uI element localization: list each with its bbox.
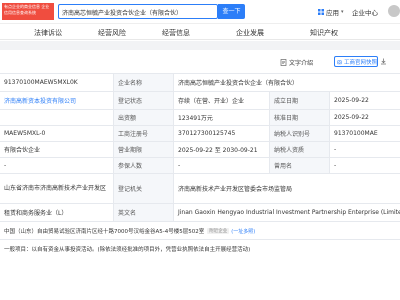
- table-row: MAEW5MXL-0 工商注册号 370127300125745 纳税人识别号 …: [0, 126, 400, 142]
- former-name-value: -: [334, 162, 337, 169]
- business-scope-value: 一般项目：以自有资金从事投资活动。(除依法须经批准的项目外，凭营业执照依法自主开…: [4, 247, 251, 253]
- setup-date-value: 2025-09-22: [334, 97, 369, 104]
- english-name-value: Jinan Gaoxin Hengyao Industrial Investme…: [178, 209, 400, 216]
- document-icon: [280, 59, 287, 66]
- brand-logo[interactable]: 有点企业的商业信息 企业信用信息查询系统: [2, 3, 54, 20]
- empty-cell: [0, 110, 114, 125]
- approve-date-label: 核准日期: [270, 110, 330, 125]
- company-type-value: 有限合伙企业: [0, 142, 114, 157]
- english-name-label: 英文名: [114, 204, 174, 221]
- authority-value: 济南高新技术产业开发区管委会市场监管局: [178, 186, 293, 193]
- section-tabs: 法律诉讼 经营风险 经营信息 企业发展 知识产权: [0, 24, 400, 40]
- search-input-value: 济南高芯恒毓产业投资合伙企业（有限合伙）: [62, 10, 183, 17]
- registration-info-table: 91370100MAEW5MXL0K 企业名称 济南高芯恒毓产业投资合伙企业（有…: [0, 73, 400, 258]
- info-toolbar: 文字介绍 工商官网快照: [0, 50, 400, 72]
- reg-status-value: 存续（在营、开业）企业: [174, 92, 270, 109]
- reg-number-value: 370127300125745: [174, 126, 270, 141]
- taxpayer-id-value: 91370100MAE: [334, 130, 378, 137]
- table-row: 山东省济南市济南高新技术产业开发区 登记机关 济南高新技术产业开发区管委会市场监…: [0, 174, 400, 204]
- table-row: 91370100MAEW5MXL0K 企业名称 济南高芯恒毓产业投资合伙企业（有…: [0, 74, 400, 92]
- partner-cell: 济南高新资本投资有限公司: [0, 92, 114, 109]
- credit-code-value: 91370100MAEW5MXL0K: [0, 74, 114, 91]
- user-center-link[interactable]: 企业中心: [352, 7, 378, 17]
- text-intro-label: 文字介绍: [289, 60, 314, 67]
- download-icon: [381, 58, 386, 65]
- official-site-snapshot-button[interactable]: 工商官网快照: [334, 56, 378, 67]
- taxpayer-id-label: 纳税人识别号: [270, 126, 330, 141]
- tab-business-info[interactable]: 经营信息: [162, 28, 190, 38]
- address-value: 中国（山东）自由贸易试验区济南片区经十路7000号汉峪金谷A5-4号楼5层502…: [4, 229, 205, 235]
- search-button[interactable]: 查一下: [218, 4, 245, 19]
- taxpayer-qual-value: -: [334, 146, 337, 153]
- tab-risk[interactable]: 经营风险: [98, 28, 126, 38]
- org-code-partial-value: MAEW5MXL-0: [0, 126, 114, 141]
- setup-date-label: 成立日期: [270, 92, 330, 109]
- address-cell: 中国（山东）自由贸易试验区济南片区经十路7000号汉峪金谷A5-4号楼5层502…: [0, 222, 400, 240]
- camera-icon: [337, 60, 342, 64]
- text-intro-button[interactable]: 文字介绍: [280, 58, 313, 67]
- search-input[interactable]: 济南高芯恒毓产业投资合伙企业（有限合伙）: [58, 4, 218, 19]
- official-site-label: 工商官网快照: [343, 59, 377, 66]
- table-row: 出资额 123491万元 核准日期 2025-09-22: [0, 110, 400, 126]
- executive-partner-link[interactable]: 济南高新资本投资有限公司: [4, 96, 76, 105]
- industry-value: 租赁和商务服务业（L）: [0, 204, 114, 221]
- app-menu-label: 应用: [326, 9, 339, 17]
- section-separator: [0, 41, 400, 50]
- table-row: 租赁和商务服务业（L） 英文名 Jinan Gaoxin Hengyao Ind…: [0, 204, 400, 222]
- table-row: 有限合伙企业 营业期限 2025-09-22 至 2030-09-21 纳税人资…: [0, 142, 400, 158]
- table-row: 一般项目：以自有资金从事投资活动。(除依法须经批准的项目外，凭营业执照依法自主开…: [0, 240, 400, 258]
- business-term-value: 2025-09-22 至 2030-09-21: [174, 142, 270, 157]
- table-row: 济南高新资本投资有限公司 登记状态 存续（在营、开业）企业 成立日期 2025-…: [0, 92, 400, 110]
- download-button[interactable]: [380, 58, 387, 65]
- table-row: 中国（山东）自由贸易试验区济南片区经十路7000号汉峪金谷A5-4号楼5层502…: [0, 222, 400, 240]
- company-name-label: 企业名称: [114, 74, 174, 91]
- reg-status-label: 登记状态: [114, 92, 174, 109]
- multi-license-link[interactable]: (一址多照): [231, 228, 255, 235]
- tab-legal[interactable]: 法律诉讼: [34, 28, 62, 38]
- tab-ip[interactable]: 知识产权: [310, 28, 338, 38]
- capital-value: 123491万元: [174, 110, 270, 125]
- tab-development[interactable]: 企业发展: [236, 28, 264, 38]
- nearby-companies-tag[interactable]: 附近企业: [207, 228, 230, 234]
- authority-label: 登记机关: [114, 174, 174, 203]
- insured-label: 参保人数: [114, 158, 174, 173]
- taxpayer-qual-label: 纳税人资质: [270, 142, 330, 157]
- grid-icon: [318, 9, 324, 15]
- top-bar: 有点企业的商业信息 企业信用信息查询系统 济南高芯恒毓产业投资合伙企业（有限合伙…: [0, 0, 400, 24]
- company-name-value: 济南高芯恒毓产业投资合伙企业（有限合伙）: [178, 80, 299, 87]
- former-name-label: 曾用名: [270, 158, 330, 173]
- chevron-down-icon: ▾: [341, 9, 344, 15]
- reg-number-label: 工商注册号: [114, 126, 174, 141]
- capital-label: 出资额: [114, 110, 174, 125]
- region-value: 山东省济南市济南高新技术产业开发区: [0, 174, 114, 203]
- approve-date-value: 2025-09-22: [334, 114, 369, 121]
- insured-value: -: [174, 158, 270, 173]
- app-menu[interactable]: 应用 ▾: [318, 7, 344, 17]
- avatar[interactable]: [388, 5, 400, 17]
- business-term-label: 营业期限: [114, 142, 174, 157]
- dash-value: -: [0, 158, 114, 173]
- table-row: - 参保人数 - 曾用名 -: [0, 158, 400, 174]
